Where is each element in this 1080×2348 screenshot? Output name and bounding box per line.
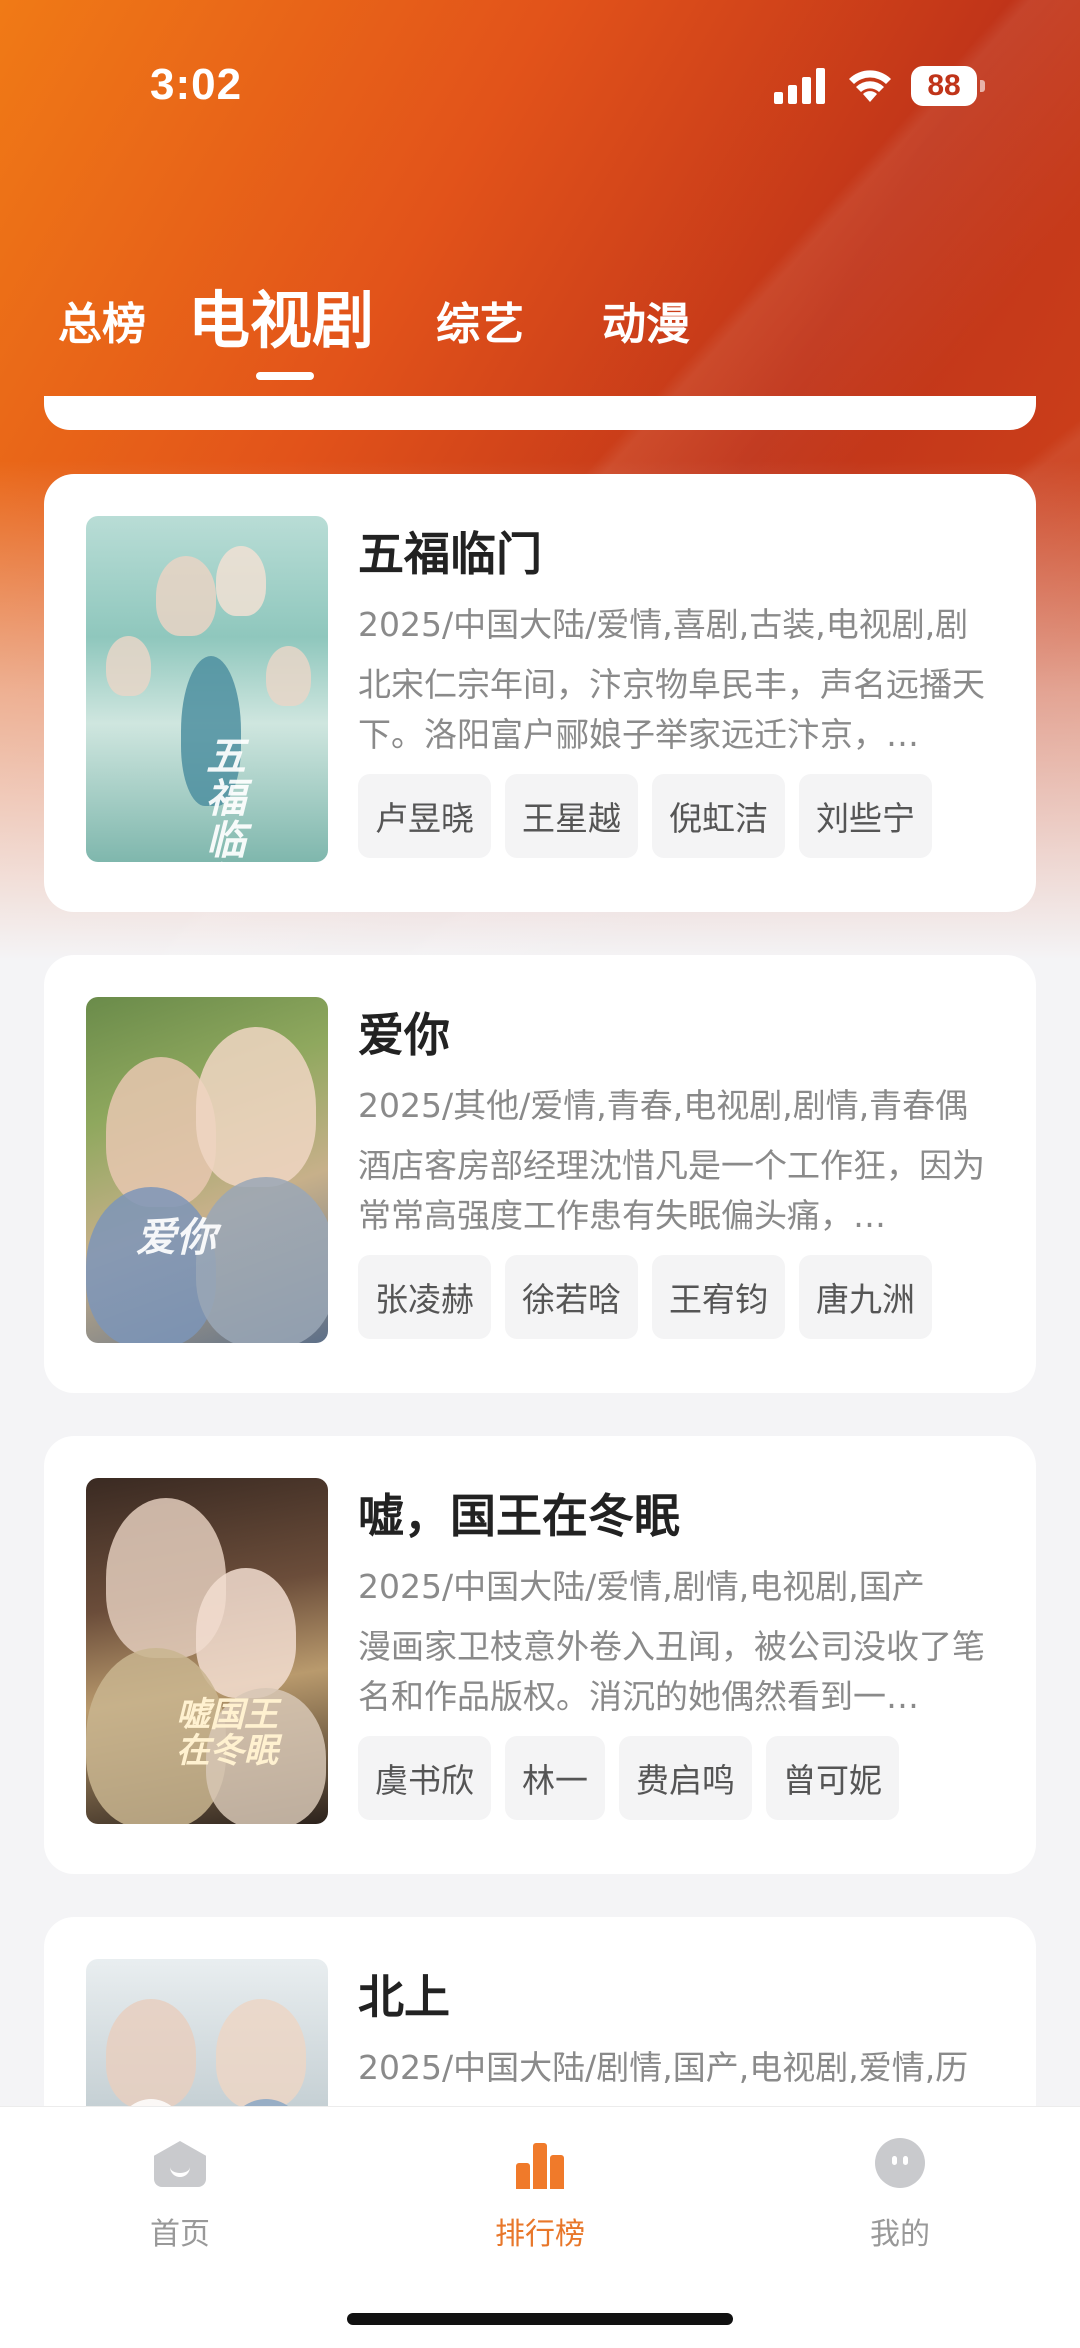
cast-tag[interactable]: 林一 bbox=[505, 1736, 605, 1820]
status-bar: 3:02 88 bbox=[0, 0, 1080, 150]
wifi-icon bbox=[849, 70, 891, 102]
nav-ranking-label: 排行榜 bbox=[495, 2217, 585, 2252]
tab-anime[interactable]: 动漫 bbox=[602, 288, 690, 352]
show-card[interactable]: 嘘国王在冬眠 嘘，国王在冬眠 2025/中国大陆/爱情,剧情,电视剧,国产 漫画… bbox=[44, 1436, 1036, 1874]
cast-tag[interactable]: 倪虹洁 bbox=[652, 774, 785, 858]
header-card-edge bbox=[44, 396, 1036, 430]
tab-overall[interactable]: 总榜 bbox=[58, 288, 146, 352]
poster-title-art: 爱你 bbox=[136, 1214, 216, 1261]
nav-profile-label: 我的 bbox=[870, 2217, 930, 2252]
cast-tag[interactable]: 费启鸣 bbox=[619, 1736, 752, 1820]
cast-tag[interactable]: 虞书欣 bbox=[358, 1736, 491, 1820]
nav-home-label: 首页 bbox=[150, 2217, 210, 2252]
poster-title-art: 嘘国王在冬眠 bbox=[176, 1695, 278, 1771]
nav-profile[interactable]: 我的 bbox=[800, 2107, 1000, 2267]
show-description: 漫画家卫枝意外卷入丑闻，被公司没收了笔名和作品版权。消沉的她偶然看到一… bbox=[358, 1627, 985, 1716]
cast-tag[interactable]: 卢昱晓 bbox=[358, 774, 491, 858]
category-tabs: 总榜 电视剧 综艺 动漫 bbox=[0, 260, 1080, 390]
show-card[interactable]: 五福临门 五福临门 2025/中国大陆/爱情,喜剧,古装,电视剧,剧 北宋仁宗年… bbox=[44, 474, 1036, 912]
show-poster: 爱你 bbox=[86, 997, 328, 1343]
cast-tags: 卢昱晓 王星越 倪虹洁 刘些宁 bbox=[358, 774, 932, 858]
battery-indicator: 88 bbox=[911, 66, 985, 106]
cast-tags: 张凌赫 徐若晗 王宥钧 唐九洲 bbox=[358, 1255, 932, 1339]
home-indicator bbox=[347, 2313, 733, 2325]
ranking-icon bbox=[510, 2133, 570, 2193]
home-icon bbox=[150, 2133, 210, 2193]
cast-tags: 虞书欣 林一 费启鸣 曾可妮 bbox=[358, 1736, 899, 1820]
show-poster: 五福临门 bbox=[86, 516, 328, 862]
show-meta: 2025/中国大陆/爱情,剧情,电视剧,国产 bbox=[358, 1567, 925, 1606]
show-poster: 嘘国王在冬眠 bbox=[86, 1478, 328, 1824]
cast-tag[interactable]: 唐九洲 bbox=[799, 1255, 932, 1339]
show-meta: 2025/中国大陆/剧情,国产,电视剧,爱情,历 bbox=[358, 2048, 969, 2087]
profile-icon bbox=[870, 2133, 930, 2193]
cast-tag[interactable]: 徐若晗 bbox=[505, 1255, 638, 1339]
status-time: 3:02 bbox=[150, 60, 243, 109]
cast-tag[interactable]: 曾可妮 bbox=[766, 1736, 899, 1820]
cast-tag[interactable]: 张凌赫 bbox=[358, 1255, 491, 1339]
bottom-nav: 首页 排行榜 我的 bbox=[0, 2106, 1080, 2348]
poster-title-art: 五福临门 bbox=[206, 733, 246, 863]
cast-tag[interactable]: 王宥钧 bbox=[652, 1255, 785, 1339]
cellular-signal-icon bbox=[774, 68, 825, 104]
cast-tag[interactable]: 王星越 bbox=[505, 774, 638, 858]
show-title: 爱你 bbox=[358, 1008, 450, 1062]
show-card[interactable]: 爱你 爱你 2025/其他/爱情,青春,电视剧,剧情,青春偶 酒店客房部经理沈惜… bbox=[44, 955, 1036, 1393]
nav-ranking[interactable]: 排行榜 bbox=[440, 2107, 640, 2267]
show-meta: 2025/其他/爱情,青春,电视剧,剧情,青春偶 bbox=[358, 1086, 969, 1125]
show-title: 北上 bbox=[358, 1970, 450, 2024]
nav-home[interactable]: 首页 bbox=[80, 2107, 280, 2267]
cast-tag[interactable]: 刘些宁 bbox=[799, 774, 932, 858]
show-description: 酒店客房部经理沈惜凡是一个工作狂，因为常常高强度工作患有失眠偏头痛，… bbox=[358, 1146, 985, 1235]
active-tab-indicator bbox=[256, 372, 314, 380]
show-meta: 2025/中国大陆/爱情,喜剧,古装,电视剧,剧 bbox=[358, 605, 969, 644]
tab-tv-series[interactable]: 电视剧 bbox=[188, 270, 374, 360]
show-title: 嘘，国王在冬眠 bbox=[358, 1489, 680, 1543]
tab-variety[interactable]: 综艺 bbox=[436, 288, 524, 352]
show-title: 五福临门 bbox=[358, 527, 542, 581]
show-description: 北宋仁宗年间，汴京物阜民丰，声名远播天下。洛阳富户郦娘子举家远迁汴京，… bbox=[358, 665, 985, 754]
